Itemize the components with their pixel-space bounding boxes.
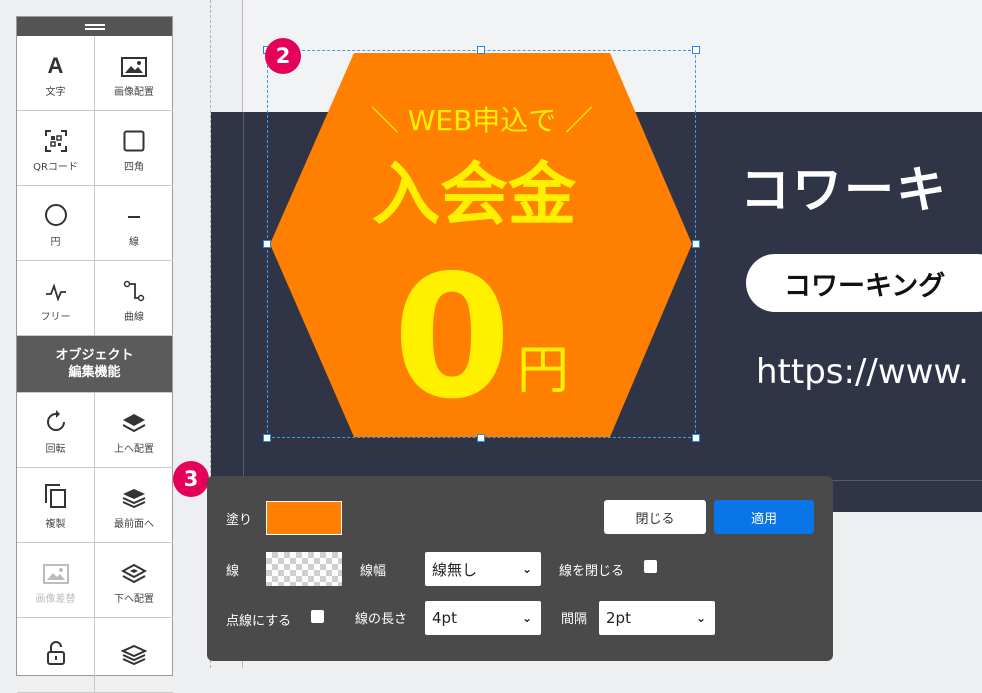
menu-icon [84,23,105,30]
tool-label: QRコード [33,161,78,173]
tool-qr[interactable]: QRコード [17,111,95,186]
stroke-width-select[interactable]: 線無し ⌄ [425,552,541,586]
tool-label: フリー [40,311,71,323]
tool-duplicate[interactable]: 複製 [17,468,95,543]
tool-bring-front[interactable]: 最前面へ [95,468,173,543]
tool-layer-up[interactable]: 上へ配置 [95,393,173,468]
gap-select[interactable]: 2pt ⌄ [599,601,715,635]
palette-drag-handle[interactable] [17,17,172,36]
tool-image-replace[interactable]: 画像差替 [17,543,95,618]
line-icon [122,199,146,227]
tool-label: 複製 [45,518,66,530]
property-panel: 塗り 閉じる 適用 線 線幅 線無し ⌄ 線を閉じる 点線にする 線の長さ 4p… [207,476,833,661]
section-title-object-edit: オブジェクト 編集機能 [17,336,172,393]
tool-send-back[interactable] [95,618,173,693]
square-icon [123,124,145,152]
step-badge-3: 3 [173,461,209,497]
section-title-text: オブジェクト 編集機能 [55,348,134,380]
tool-label: 最前面へ [114,518,154,530]
resize-handle-bottom[interactable] [477,434,485,442]
tool-label: 文字 [45,86,66,98]
tool-image[interactable]: 画像配置 [95,36,173,111]
dash-length-label: 線の長さ [355,612,408,627]
qr-code-icon [44,124,67,152]
tool-label: 画像配置 [114,86,154,98]
selection-box[interactable] [267,50,696,438]
fill-color-swatch[interactable] [266,501,342,535]
resize-handle-top-right[interactable] [692,46,700,54]
close-button[interactable]: 閉じる [604,500,706,534]
tool-circle[interactable]: 円 [17,186,95,261]
stroke-width-label: 線幅 [360,564,387,579]
image-icon [121,49,147,77]
tool-square[interactable]: 四角 [95,111,173,186]
send-back-icon [121,638,147,666]
duplicate-icon [44,481,68,509]
tool-unlock[interactable] [17,618,95,693]
gap-label: 間隔 [561,612,588,627]
tool-label: 回転 [45,443,66,455]
tool-label: 上へ配置 [114,443,154,455]
tool-curve[interactable]: 曲線 [95,261,173,336]
apply-button[interactable]: 適用 [714,500,814,534]
tool-label: 四角 [124,161,144,173]
tool-label: 下へ配置 [114,593,154,605]
tool-layer-down[interactable]: 下へ配置 [95,543,173,618]
freehand-icon [44,274,68,302]
tool-label: 線 [129,236,139,248]
close-path-label: 線を閉じる [559,564,625,579]
tool-label: 曲線 [124,311,144,323]
tool-line[interactable]: 線 [95,186,173,261]
close-path-checkbox[interactable] [644,560,657,573]
dash-length-select[interactable]: 4pt ⌄ [425,601,541,635]
edit-tools-grid: 回転 上へ配置 複製 最前面へ 画像差替 下へ配置 [17,393,173,693]
stroke-width-value: 線無し [432,560,478,579]
stroke-color-swatch[interactable] [266,552,342,586]
image-replace-icon [42,556,69,584]
curve-icon [123,274,145,302]
dotted-label: 点線にする [226,614,292,629]
chevron-down-icon: ⌄ [695,611,706,625]
tool-label: 画像差替 [35,593,76,605]
tool-rotate[interactable]: 回転 [17,393,95,468]
resize-handle-right[interactable] [692,240,700,248]
circle-icon [44,199,68,227]
resize-handle-top[interactable] [477,46,485,54]
resize-handle-bottom-left[interactable] [263,434,271,442]
stroke-label: 線 [226,564,240,579]
bring-front-icon [121,481,147,509]
tool-label: 円 [50,236,61,248]
dotted-checkbox[interactable] [311,610,324,623]
rotate-icon [44,406,68,434]
unlock-icon [45,638,67,666]
fill-label: 塗り [226,513,253,528]
layer-up-icon [121,406,147,434]
dash-length-value: 4pt [432,609,457,627]
gap-value: 2pt [606,609,631,627]
step-badge-2: 2 [265,38,301,74]
tool-text[interactable]: A 文字 [17,36,95,111]
resize-handle-left[interactable] [263,240,271,248]
resize-handle-bottom-right[interactable] [692,434,700,442]
tool-palette: A 文字 画像配置 QRコード 四角 円 線 フリー 曲線 オブジェクト 編集機… [16,16,173,693]
tool-freehand[interactable]: フリー [17,261,95,336]
text-icon: A [47,52,64,78]
chevron-down-icon: ⌄ [521,562,532,576]
draw-tools-grid: A 文字 画像配置 QRコード 四角 円 線 フリー 曲線 [17,36,173,336]
chevron-down-icon: ⌄ [521,611,532,625]
layer-down-icon [121,556,147,584]
